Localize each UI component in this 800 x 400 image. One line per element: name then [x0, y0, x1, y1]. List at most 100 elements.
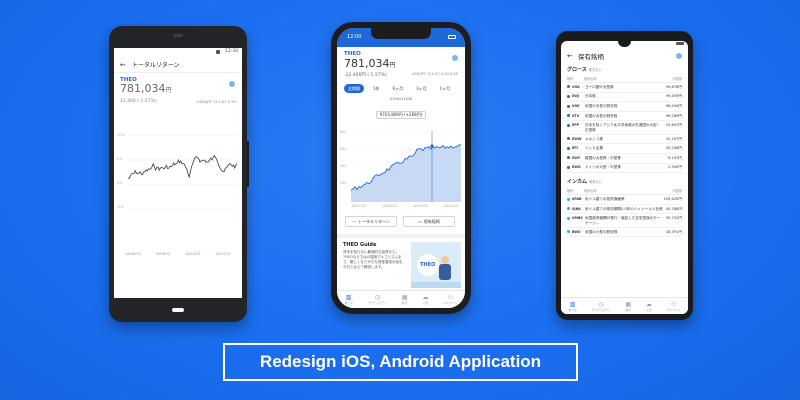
holding-row[interactable]: EPI インド企業 30,236円 [567, 144, 682, 154]
holding-name: 米国の小型の割安株 [585, 229, 618, 234]
info-icon[interactable] [229, 81, 235, 87]
camera [173, 34, 183, 37]
holding-ticker: VGK [572, 84, 580, 89]
section-title: グロース [567, 67, 587, 73]
back-arrow-icon[interactable]: ← [120, 61, 126, 69]
holdings-list: グロース 株式など 略称 銘柄名称 評価額 VGK ヨーロ圏の大型株 99,878円… [561, 63, 688, 238]
cursor-dot [430, 144, 434, 148]
holding-row[interactable]: VGK ヨーロ圏の大型株 99,878円 [567, 83, 682, 93]
tab-home[interactable]: ▥ ホーム [568, 301, 576, 312]
status-time: 12:30 [225, 49, 238, 54]
person-icon: ⚇ [670, 300, 677, 308]
tooltip-value: ¥703,809円 (+268円) [375, 111, 427, 119]
page-title: 保有銘柄 [577, 53, 604, 61]
holding-ticker: EWG [572, 165, 581, 170]
action-buttons: 〰 トータルリターン ▭ 保有銘柄 [345, 216, 455, 227]
status-bar: 12:30 [114, 48, 242, 57]
section-title: インカム [567, 179, 588, 186]
holding-row[interactable]: VTV 米国の大型の割安株 96,289円 [567, 112, 682, 122]
info-icon[interactable] [452, 55, 458, 61]
home-icon: ▥ [569, 300, 576, 308]
home-button[interactable] [172, 308, 184, 312]
period-tab[interactable]: 1年 [369, 84, 384, 93]
holding-row[interactable]: EPP 日本を除くアジア太平洋地域の先進国の大型・中型株 25,847円 [567, 121, 682, 135]
holding-ticker: VOE [572, 103, 580, 108]
fx-rate: USD/JPY 111.67 4.34/3.45 [411, 72, 458, 76]
tab-label: 取引 [401, 301, 408, 305]
holding-row[interactable]: VOE 米国の中型の割安株 96,434円 [567, 102, 682, 112]
period-tab[interactable]: 3ヶ月 [412, 84, 431, 93]
holding-ticker: EWW [572, 136, 582, 141]
grid-icon: ▦ [625, 300, 632, 308]
tab-mypage[interactable]: ⚇ マイページ [444, 294, 458, 305]
info-icon[interactable] [676, 53, 682, 59]
y-tick: 600 [340, 147, 347, 151]
tab-label: マイページ [666, 307, 681, 312]
back-arrow-icon[interactable]: ← [567, 52, 573, 60]
holding-row[interactable]: EWJ 日本株 99,459円 [567, 93, 682, 103]
section-sub: 株式など [588, 68, 602, 72]
holding-row[interactable]: VMBS 米国政府機関が発行・保証した住宅担保のモーゲージ... 39,752円 [567, 214, 682, 228]
holdings-label: 保有銘柄 [423, 218, 440, 224]
notch [371, 28, 431, 39]
tab-deposit[interactable]: ☁ 入金 [646, 301, 652, 312]
cloud-icon: ☁ [422, 294, 429, 301]
col-name: 銘柄名称 [584, 189, 597, 194]
holding-ticker: SPAB [572, 196, 582, 201]
color-dot-icon [567, 85, 570, 89]
return-chart [127, 134, 238, 211]
tab-label: 入金 [646, 307, 652, 312]
holding-value: 99,878円 [665, 84, 682, 89]
holding-row[interactable]: EWW メキシコ株 32,167円 [567, 135, 682, 145]
period-tab[interactable]: 6ヶ月 [389, 84, 408, 93]
status-time: 12:00 [347, 34, 362, 40]
x-axis-labels: 18/07/31 18/08/31 18/09/30 18/10/31 [351, 204, 459, 208]
tab-trade[interactable]: ▦ 取引 [402, 294, 408, 305]
tab-home[interactable]: ▥ ホーム [344, 294, 352, 305]
tab-trade[interactable]: ▦ 取引 [625, 301, 631, 312]
y-tick: 10% [117, 133, 125, 137]
color-dot-icon [567, 137, 570, 141]
phone-middle-screen: 12:00 THEO 781,034円 -12,466円 (-1.57%) US… [337, 28, 465, 308]
amount-value: 781,034 [120, 82, 166, 95]
holding-row[interactable]: EWG ドイツの大型・中型株 2,945円 [567, 164, 682, 174]
y-axis-labels: 800 600 400 200 [340, 130, 346, 185]
clock-icon: ◷ [374, 294, 380, 301]
holding-value: 18,591円 [665, 229, 682, 234]
tab-label: アクティビティ [591, 307, 611, 312]
holding-name: 韓国の大型株・中型株 [585, 155, 621, 160]
tab-deposit[interactable]: ☁ 入金 [423, 294, 429, 305]
tab-activity[interactable]: ◷ アクティビティ [368, 294, 387, 305]
period-tab-active[interactable]: 全期間 [344, 84, 364, 93]
amount-unit: 円 [389, 62, 396, 69]
holding-value: 32,167円 [665, 136, 682, 141]
period-tabs: 全期間 1年 6ヶ月 3ヶ月 1ヶ月 [337, 78, 465, 93]
asset-area [351, 144, 461, 202]
summary: THEO 781,034円 -12,466円 (-1.57%) USD/JPY … [337, 47, 465, 78]
holding-row[interactable]: BWX 米国の小型の割安株 18,591円 [567, 228, 682, 238]
tab-activity[interactable]: ◷ アクティビティ [591, 301, 610, 312]
guide-card[interactable]: THEO Guide 資本を知らない最適的な投資から、THEOならではの運用アル… [343, 242, 407, 270]
tab-mypage[interactable]: ⚇ マイページ [667, 301, 681, 312]
side-button [247, 141, 249, 187]
guide-illustration: THEO [411, 242, 461, 288]
holding-value: 39,752円 [665, 216, 682, 221]
redesign-banner: Redesign iOS, Android Application [223, 343, 578, 381]
y-tick: 800 [340, 130, 347, 134]
holding-row[interactable]: SJNK 米ドル建ての残存期間0.5年のハイイールド社債 40,788円 [567, 205, 682, 215]
y-tick: -5% [117, 205, 124, 209]
x-tick: 18/07/31 [351, 204, 367, 208]
page-title: トータルリターン [131, 62, 180, 69]
section-income: インカム 債券など [567, 178, 682, 185]
tab-bar: ▥ ホーム ◷ アクティビティ ▦ 取引 ☁ 入金 ⚇ マイページ [337, 290, 465, 308]
holding-row[interactable]: EWY 韓国の大型株・中型株 6,191円 [567, 154, 682, 164]
holding-row[interactable]: SPAB 米ドル建ての投資適格債 109,425円 [567, 195, 682, 205]
change-text: 12,466 (-1.57%) [120, 99, 157, 104]
holding-value: 99,459円 [665, 94, 682, 99]
total-return-button[interactable]: 〰 トータルリターン [345, 216, 397, 227]
col-value: 評価額 [672, 189, 682, 194]
holdings-button[interactable]: ▭ 保有銘柄 [403, 216, 455, 227]
table-header: 略称 銘柄名称 評価額 [567, 76, 682, 83]
fx-rate: USD/JPY 111.67 4.34 [196, 99, 236, 104]
period-tab[interactable]: 1ヶ月 [436, 84, 455, 93]
